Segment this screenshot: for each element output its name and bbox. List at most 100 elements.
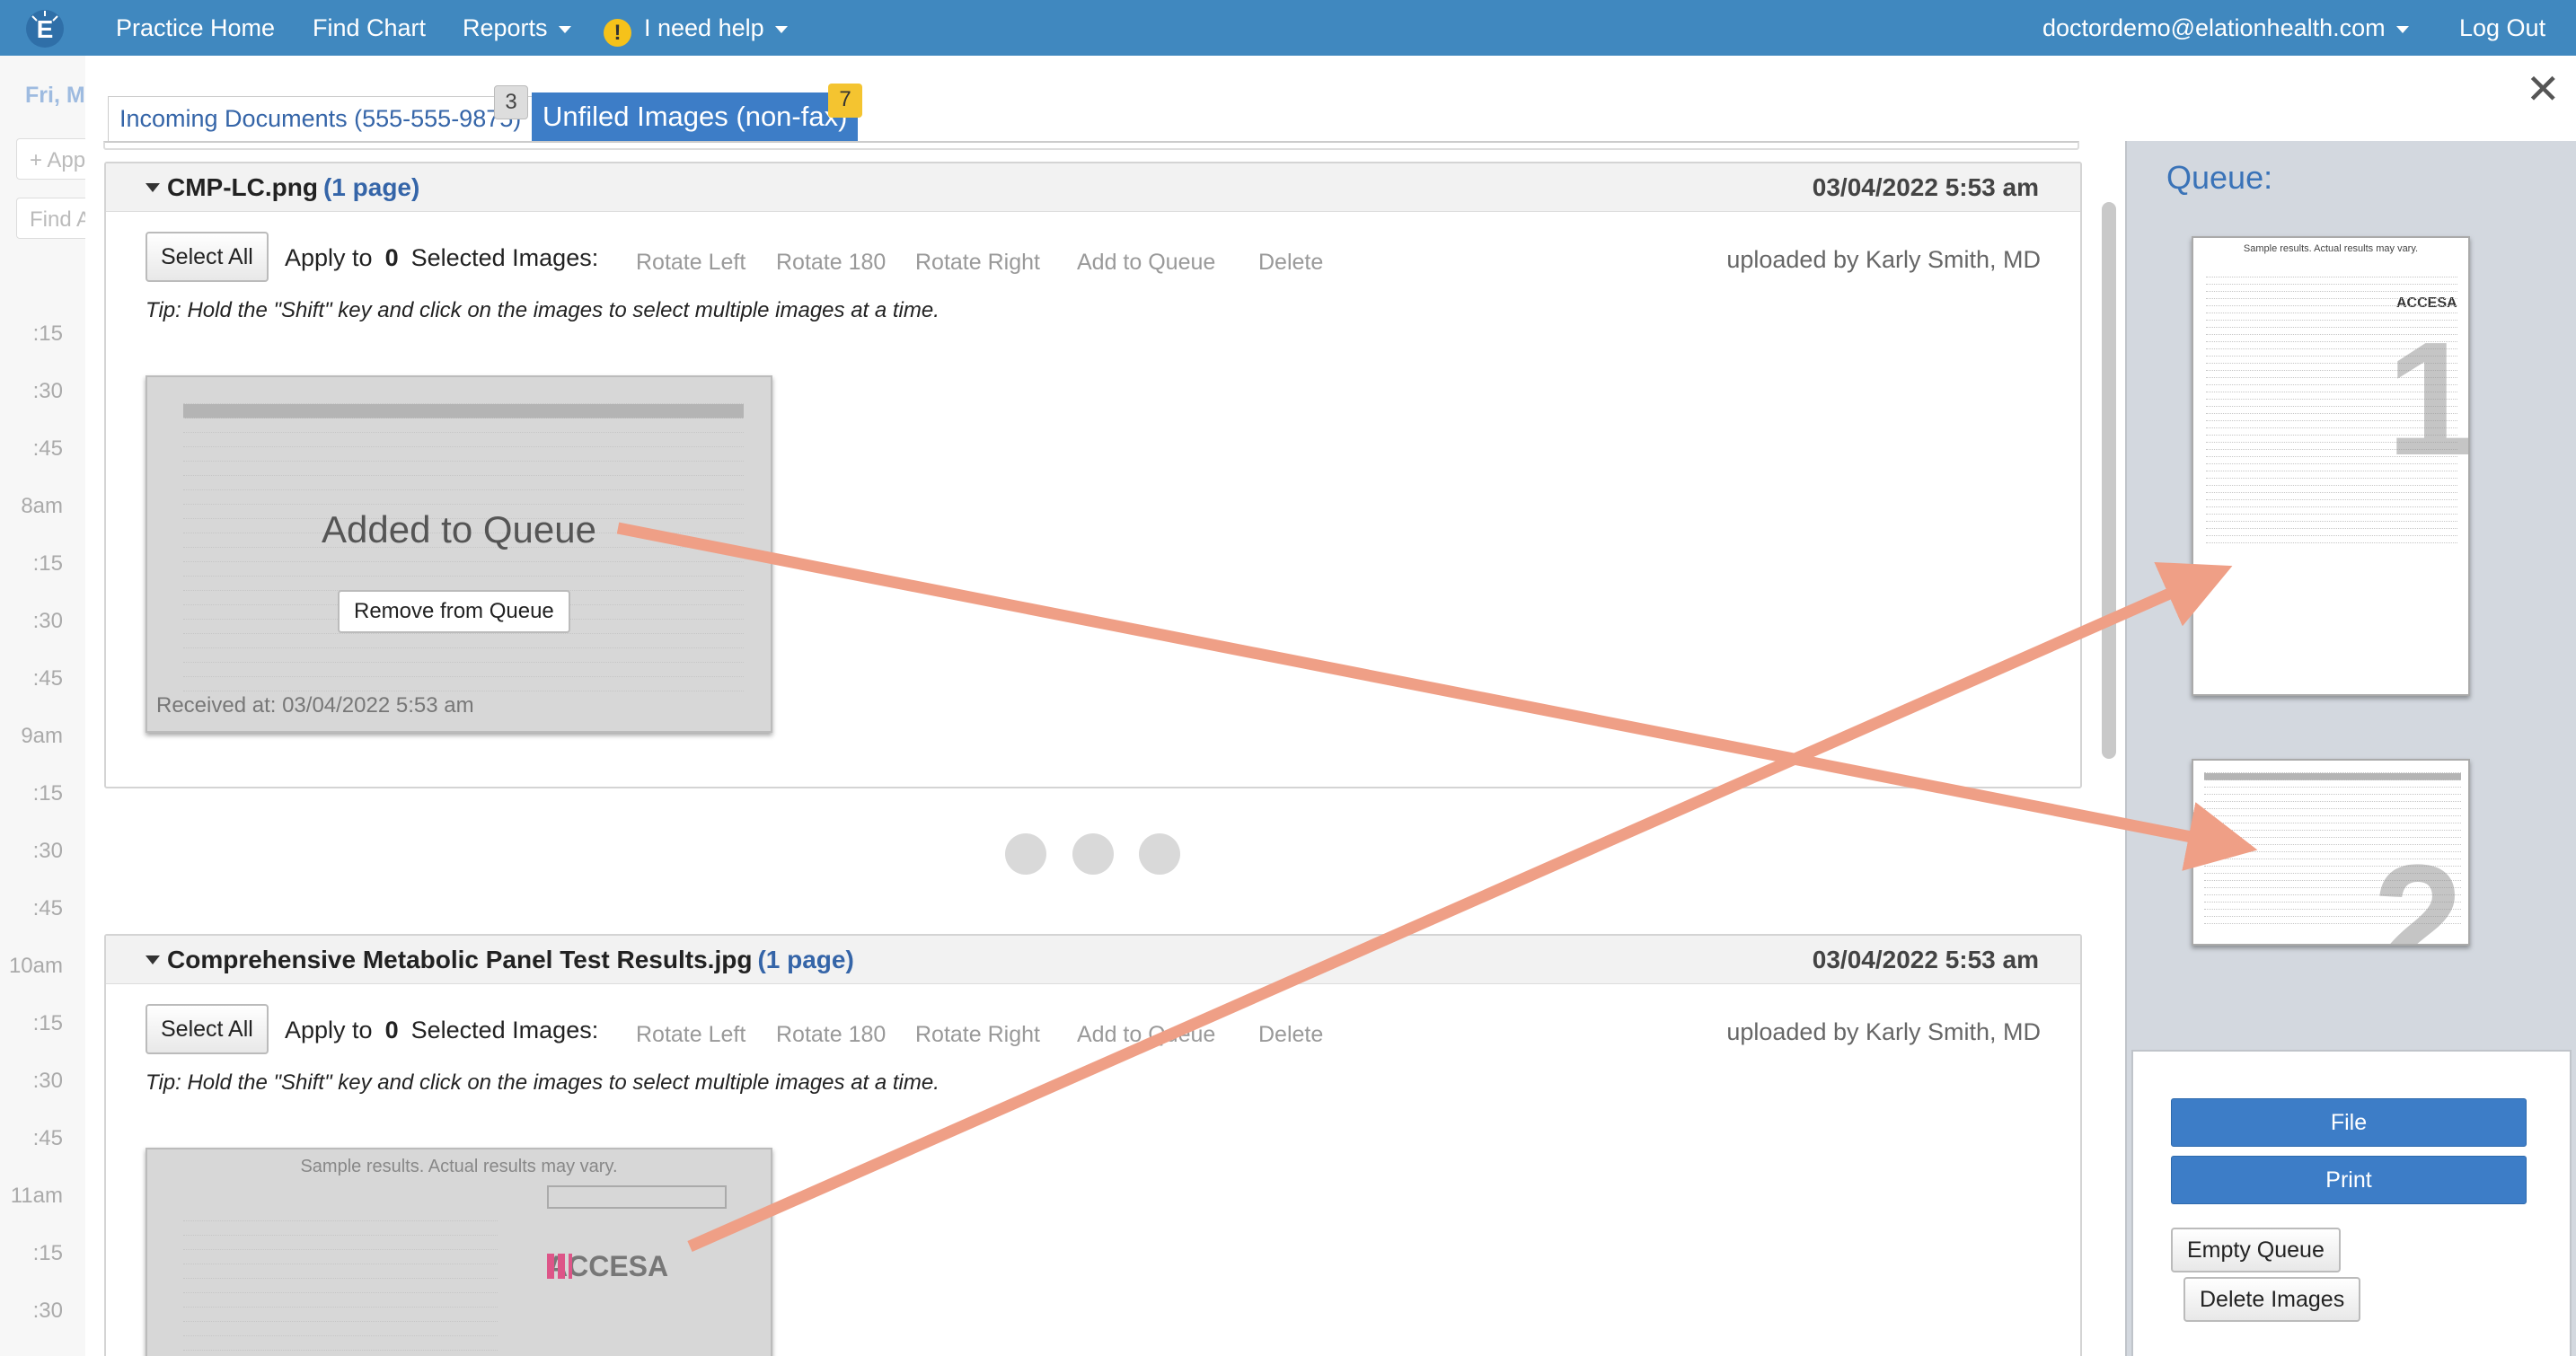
document-pages-link[interactable]: (1 page) [757,946,853,973]
rotate-right-button[interactable]: Rotate Right [915,250,1040,276]
select-all-button[interactable]: Select All [146,1004,269,1054]
add-to-queue-button[interactable]: Add to Queue [1077,1022,1215,1048]
document-filename: CMP-LC.png [167,173,318,201]
nav-find-chart-link[interactable]: Find Chart [313,14,426,42]
selection-tip: Tip: Hold the "Shift" key and click on t… [146,1070,940,1095]
nav-help-menu[interactable]: ! I need help [604,14,788,47]
nav-practice-home-link[interactable]: Practice Home [116,14,275,42]
document-line [183,1250,498,1264]
document-line [183,1336,498,1351]
select-all-button[interactable]: Select All [146,232,269,282]
collapse-icon[interactable] [146,955,160,964]
document-line [183,490,744,505]
document-panel: CMP-LC.png (1 page) 03/04/2022 5:53 am Se… [104,162,2082,788]
rotate-left-button[interactable]: Rotate Left [636,1022,745,1048]
calendar-time-label: :15 [32,1011,63,1035]
document-line [183,1293,498,1308]
empty-queue-button[interactable]: Empty Queue [2171,1228,2341,1272]
document-line [183,1264,498,1279]
tab-incoming-documents[interactable]: Incoming Documents (555-555-9875) [108,96,534,141]
document-line [2206,285,2457,292]
document-line [183,663,744,677]
queue-item[interactable]: Sample results. Actual results may vary.… [2192,236,2470,696]
document-line [183,390,744,404]
document-line [2206,529,2457,536]
selection-tip: Tip: Hold the "Shift" key and click on t… [146,298,940,322]
calendar-time-label: :15 [32,321,63,346]
document-line [2206,507,2457,515]
delete-button[interactable]: Delete [1258,250,1323,276]
document-header[interactable]: CMP-LC.png (1 page) 03/04/2022 5:53 am [106,163,2080,212]
image-thumbnail[interactable]: Sample results. Actual results may vary.… [146,1148,772,1356]
document-line [183,562,744,577]
added-to-queue-text: Added to Queue [322,508,596,550]
apply-to-text: Apply to [285,244,373,271]
collapse-icon[interactable] [146,183,160,192]
scrollbar[interactable] [2102,202,2116,759]
queue-panel: Queue: Sample results. Actual results ma… [2125,141,2576,1356]
document-line [183,648,744,663]
document-line [183,1207,498,1221]
rotate-right-button[interactable]: Rotate Right [915,1022,1040,1048]
document-line [2206,277,2457,285]
rotate-180-button[interactable]: Rotate 180 [776,250,886,276]
rotate-left-button[interactable]: Rotate Left [636,250,745,276]
file-button[interactable]: File [2171,1098,2527,1147]
document-filename: Comprehensive Metabolic Panel Test Resul… [167,946,753,973]
document-line [2204,788,2461,795]
print-button[interactable]: Print [2171,1156,2527,1204]
elation-logo-icon[interactable]: E [25,9,65,48]
calendar-time-label: :30 [32,1299,63,1323]
calendar-time-label: :30 [32,609,63,633]
chevron-down-icon [2395,25,2409,33]
image-thumbnail[interactable]: Added to Queue Remove from Queue Receive… [146,375,772,733]
document-line [2204,795,2461,802]
nav-logout-link[interactable]: Log Out [2459,14,2545,42]
queue-item[interactable]: 2 [2192,759,2470,946]
uploaded-by: uploaded by Karly Smith, MD [1726,246,2041,273]
document-line [183,418,744,433]
document-line [2204,809,2461,816]
queue-actions: File Print Empty Queue Delete Images [2131,1050,2572,1356]
document-line [183,462,744,476]
nav-user-menu[interactable]: doctordemo@elationhealth.com [2042,14,2409,42]
add-to-queue-button[interactable]: Add to Queue [1077,250,1215,276]
calendar-time-label: 8am [21,494,63,518]
document-line [2204,802,2461,809]
queue-title: Queue: [2166,159,2273,196]
report-status-box [547,1185,727,1209]
selected-images-text: Selected Images: [410,1017,599,1043]
document-line [183,1236,498,1250]
selected-images-text: Selected Images: [410,244,599,271]
document-pages-link[interactable]: (1 page) [323,173,419,201]
document-line [2206,500,2457,507]
document-line [183,677,744,691]
calendar-time-label: 9am [21,724,63,748]
calendar-time-label: :45 [32,1126,63,1150]
delete-images-button[interactable]: Delete Images [2183,1277,2361,1322]
thumbnail-header: Sample results. Actual results may vary. [300,1157,618,1176]
document-line [2204,773,2461,780]
nav-reports-menu[interactable]: Reports [463,14,571,42]
rotate-180-button[interactable]: Rotate 180 [776,1022,886,1048]
document-line [2206,299,2457,306]
selected-count: 0 [384,1017,399,1043]
remove-from-queue-button[interactable]: Remove from Queue [338,590,570,633]
document-line [183,433,744,447]
document-header[interactable]: Comprehensive Metabolic Panel Test Resul… [106,936,2080,984]
document-line [183,447,744,462]
incoming-count-badge: 3 [494,85,528,119]
accesa-logo-icon [547,1254,572,1279]
document-line [2206,493,2457,500]
document-line [2206,515,2457,522]
nav-user-label: doctordemo@elationhealth.com [2042,14,2386,41]
document-date: 03/04/2022 5:53 am [1812,173,2039,201]
document-line [2206,292,2457,299]
document-line [2206,270,2457,277]
document-line [183,634,744,648]
document-line [183,1279,498,1293]
tab-unfiled-images[interactable]: Unfiled Images (non-fax) [532,92,859,141]
close-icon[interactable]: ✕ [2526,68,2561,110]
delete-button[interactable]: Delete [1258,1022,1323,1048]
calendar-time-label: :15 [32,781,63,806]
